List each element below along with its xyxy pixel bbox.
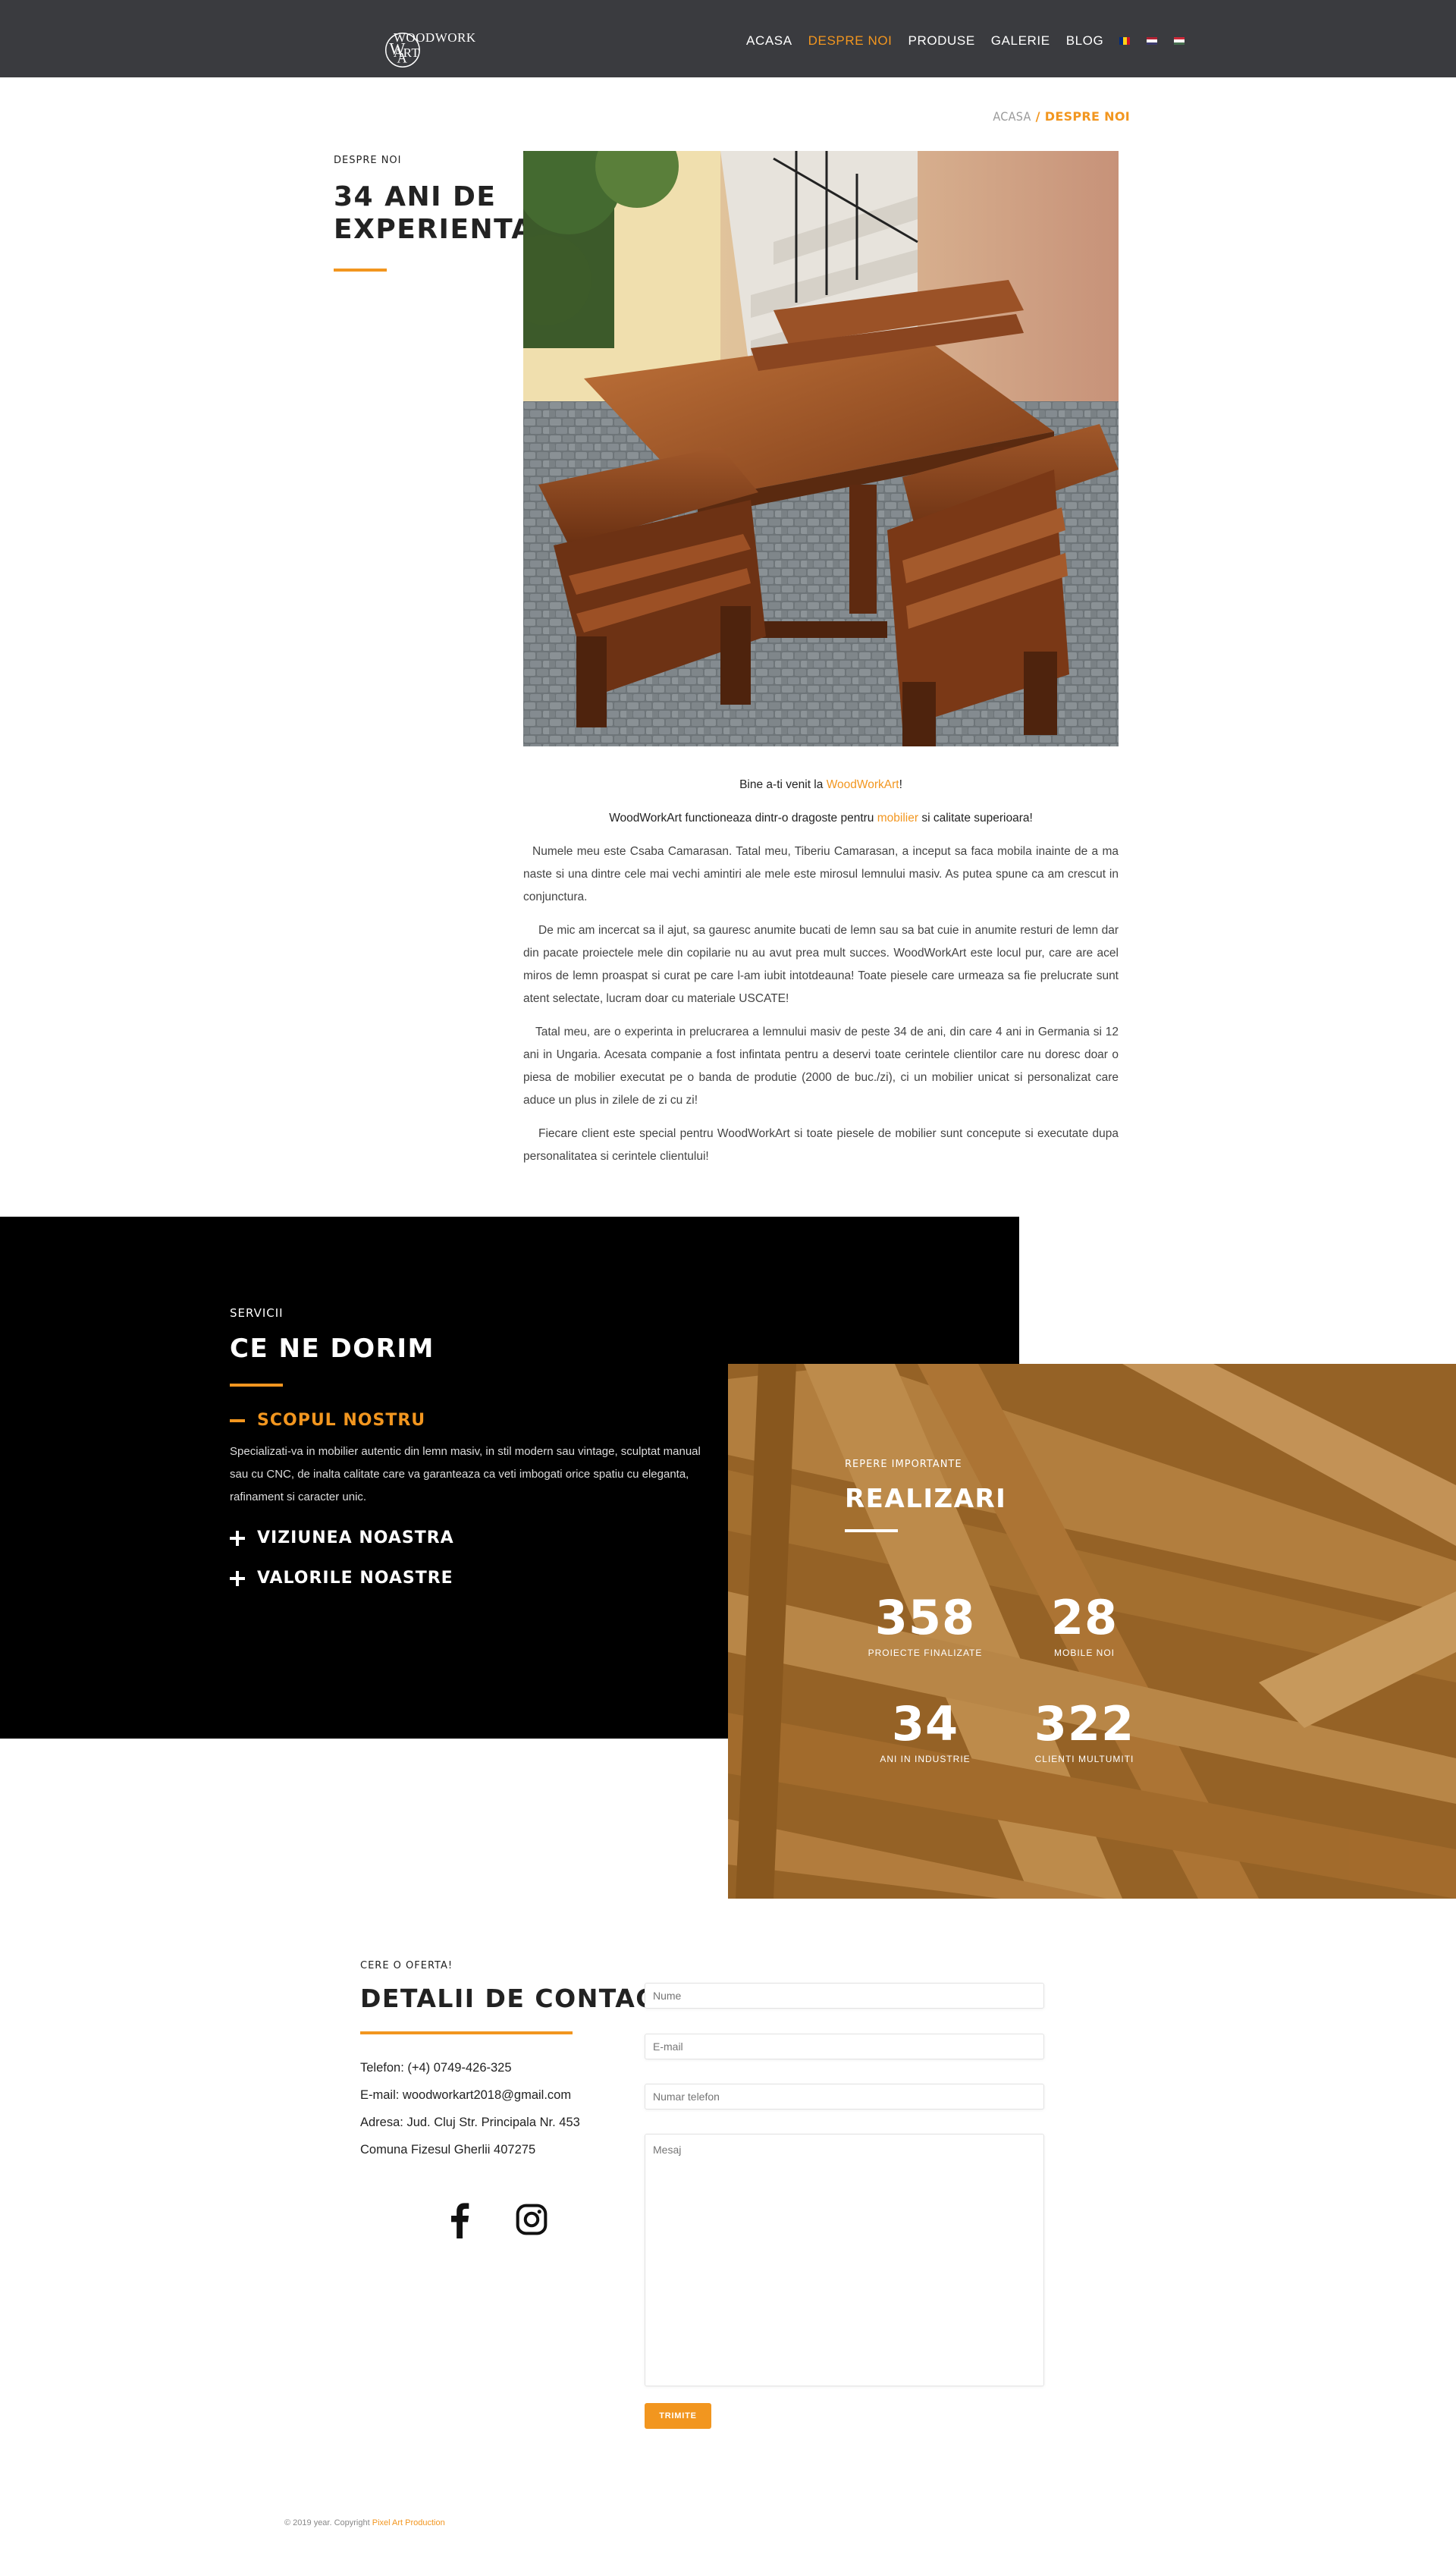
- accordion-label: SCOPUL NOSTRU: [257, 1411, 426, 1430]
- stat-number: 28: [1050, 1590, 1119, 1645]
- email-input[interactable]: [645, 2034, 1044, 2059]
- minus-icon: [230, 1412, 246, 1429]
- accordion-viziunea-noastra[interactable]: VIZIUNEA NOASTRA: [230, 1528, 708, 1547]
- accordion-valorile-noastre[interactable]: VALORILE NOASTRE: [230, 1569, 708, 1588]
- breadcrumb: ACASA / DESPRE NOI: [993, 109, 1130, 124]
- nav-item-galerie[interactable]: GALERIE: [991, 33, 1050, 49]
- stat-item: 34 ANI IN INDUSTRIE: [842, 1696, 1009, 1765]
- nav-item-produse[interactable]: PRODUSE: [908, 33, 975, 49]
- contact-address: Adresa: Jud. Cluj Str. Principala Nr. 45…: [360, 2116, 580, 2129]
- services-eyebrow: SERVICII: [230, 1306, 284, 1320]
- site-header: W A WOODWORK ART ACASA DESPRE NOI PRODUS…: [0, 0, 1456, 77]
- stat-item: 28 MOBILE NOI: [1001, 1590, 1168, 1659]
- contact-title: DETALII DE CONTACT: [360, 1984, 674, 2013]
- stat-number: 322: [1034, 1696, 1135, 1751]
- breadcrumb-separator: /: [1035, 109, 1040, 124]
- about-eyebrow: DESPRE NOI: [334, 155, 402, 166]
- stat-item: 322 CLIENTI MULTUMITI: [1001, 1696, 1168, 1765]
- services-title: CE NE DORIM: [230, 1334, 435, 1364]
- name-input[interactable]: [645, 1983, 1044, 2009]
- stats-eyebrow: REPERE IMPORTANTE: [845, 1459, 962, 1470]
- social-links: [444, 2200, 548, 2239]
- accordion-body: Specializati-va in mobilier autentic din…: [230, 1445, 701, 1503]
- logo-text: WOODWORK ART: [393, 30, 476, 60]
- tagline-post: si calitate superioara!: [918, 812, 1033, 825]
- wooden-table-bench-photo-icon: [523, 151, 1119, 746]
- contact-details: CERE O OFERTA! DETALII DE CONTACT Telefo…: [360, 1960, 674, 2163]
- message-textarea[interactable]: [645, 2134, 1044, 2386]
- contact-accent-line: [360, 2031, 573, 2034]
- plus-icon: [230, 1530, 246, 1547]
- phone-input[interactable]: [645, 2084, 1044, 2109]
- footer-link[interactable]: Pixel Art Production: [372, 2518, 445, 2527]
- hu-flag-icon[interactable]: [1174, 37, 1185, 45]
- stat-label: MOBILE NOI: [1053, 1648, 1115, 1658]
- stat-label: CLIENTI MULTUMITI: [1034, 1754, 1134, 1764]
- tagline-mobilier-link[interactable]: mobilier: [877, 812, 918, 825]
- about-paragraph: Tatal meu, are o experinta in prelucrare…: [523, 1026, 1119, 1107]
- stat-item: 358 PROIECTE FINALIZATE: [842, 1590, 1009, 1659]
- services-content: SERVICII CE NE DORIM SCOPUL NOSTRU Speci…: [230, 1306, 708, 1588]
- breadcrumb-home[interactable]: ACASA: [993, 109, 1031, 124]
- about-photo: [523, 151, 1119, 746]
- stat-number: 34: [891, 1696, 959, 1751]
- plus-icon: [230, 1570, 246, 1587]
- stat-label: ANI IN INDUSTRIE: [880, 1754, 971, 1764]
- stats-accent-line: [845, 1529, 898, 1532]
- about-title: 34 ANI DE EXPERIENTA: [334, 181, 534, 245]
- contact-eyebrow: CERE O OFERTA!: [360, 1960, 453, 1971]
- about-text: Bine a-ti venit la WoodWorkArt! WoodWork…: [523, 774, 1119, 1179]
- contact-phone[interactable]: Telefon: (+4) 0749-426-325: [360, 2054, 618, 2081]
- stats-title: REALIZARI: [845, 1484, 1007, 1514]
- instagram-icon[interactable]: [515, 2203, 548, 2236]
- stat-number: 358: [874, 1590, 976, 1645]
- welcome-line: Bine a-ti venit la WoodWorkArt!: [523, 774, 1119, 796]
- contact-commune: Comuna Fizesul Gherlii 407275: [360, 2143, 536, 2157]
- footer-text: © 2019 year. Copyright: [284, 2518, 372, 2527]
- stats-section: REPERE IMPORTANTE REALIZARI 358 PROIECTE…: [728, 1364, 1456, 1899]
- nav-item-despre-noi[interactable]: DESPRE NOI: [808, 33, 893, 49]
- facebook-icon[interactable]: [444, 2200, 474, 2239]
- main-nav: ACASA DESPRE NOI PRODUSE GALERIE BLOG: [746, 33, 1201, 49]
- tagline-pre: WoodWorkArt functioneaza dintr-o dragost…: [609, 812, 877, 825]
- nav-item-acasa[interactable]: ACASA: [746, 33, 792, 49]
- ro-flag-icon[interactable]: [1119, 37, 1131, 45]
- stats-content: REPERE IMPORTANTE REALIZARI: [845, 1459, 1006, 1532]
- submit-button[interactable]: TRIMITE: [645, 2403, 711, 2429]
- services-accent-line: [230, 1384, 283, 1387]
- contact-email[interactable]: E-mail: woodworkart2018@gmail.com: [360, 2081, 618, 2109]
- about-accent-line: [334, 269, 387, 272]
- tagline-line: WoodWorkArt functioneaza dintr-o dragost…: [523, 807, 1119, 830]
- welcome-post: !: [899, 778, 902, 791]
- welcome-brand-link[interactable]: WoodWorkArt: [827, 778, 899, 791]
- breadcrumb-current: DESPRE NOI: [1044, 109, 1130, 124]
- accordion-label: VIZIUNEA NOASTRA: [257, 1528, 454, 1547]
- stat-label: PROIECTE FINALIZATE: [868, 1648, 983, 1658]
- nav-item-blog[interactable]: BLOG: [1066, 33, 1104, 49]
- footer: © 2019 year. Copyright Pixel Art Product…: [284, 2518, 445, 2527]
- welcome-pre: Bine a-ti venit la: [739, 778, 827, 791]
- about-paragraph: Fiecare client este special pentru WoodW…: [523, 1127, 1119, 1163]
- about-paragraph: De mic am incercat sa il ajut, sa gaures…: [523, 924, 1119, 1005]
- about-paragraph: Numele meu este Csaba Camarasan. Tatal m…: [523, 845, 1119, 903]
- logo[interactable]: W A WOODWORK ART: [383, 29, 497, 71]
- accordion-scopul-nostru[interactable]: SCOPUL NOSTRU: [230, 1411, 708, 1430]
- en-flag-icon[interactable]: [1147, 37, 1158, 45]
- accordion-label: VALORILE NOASTRE: [257, 1569, 453, 1588]
